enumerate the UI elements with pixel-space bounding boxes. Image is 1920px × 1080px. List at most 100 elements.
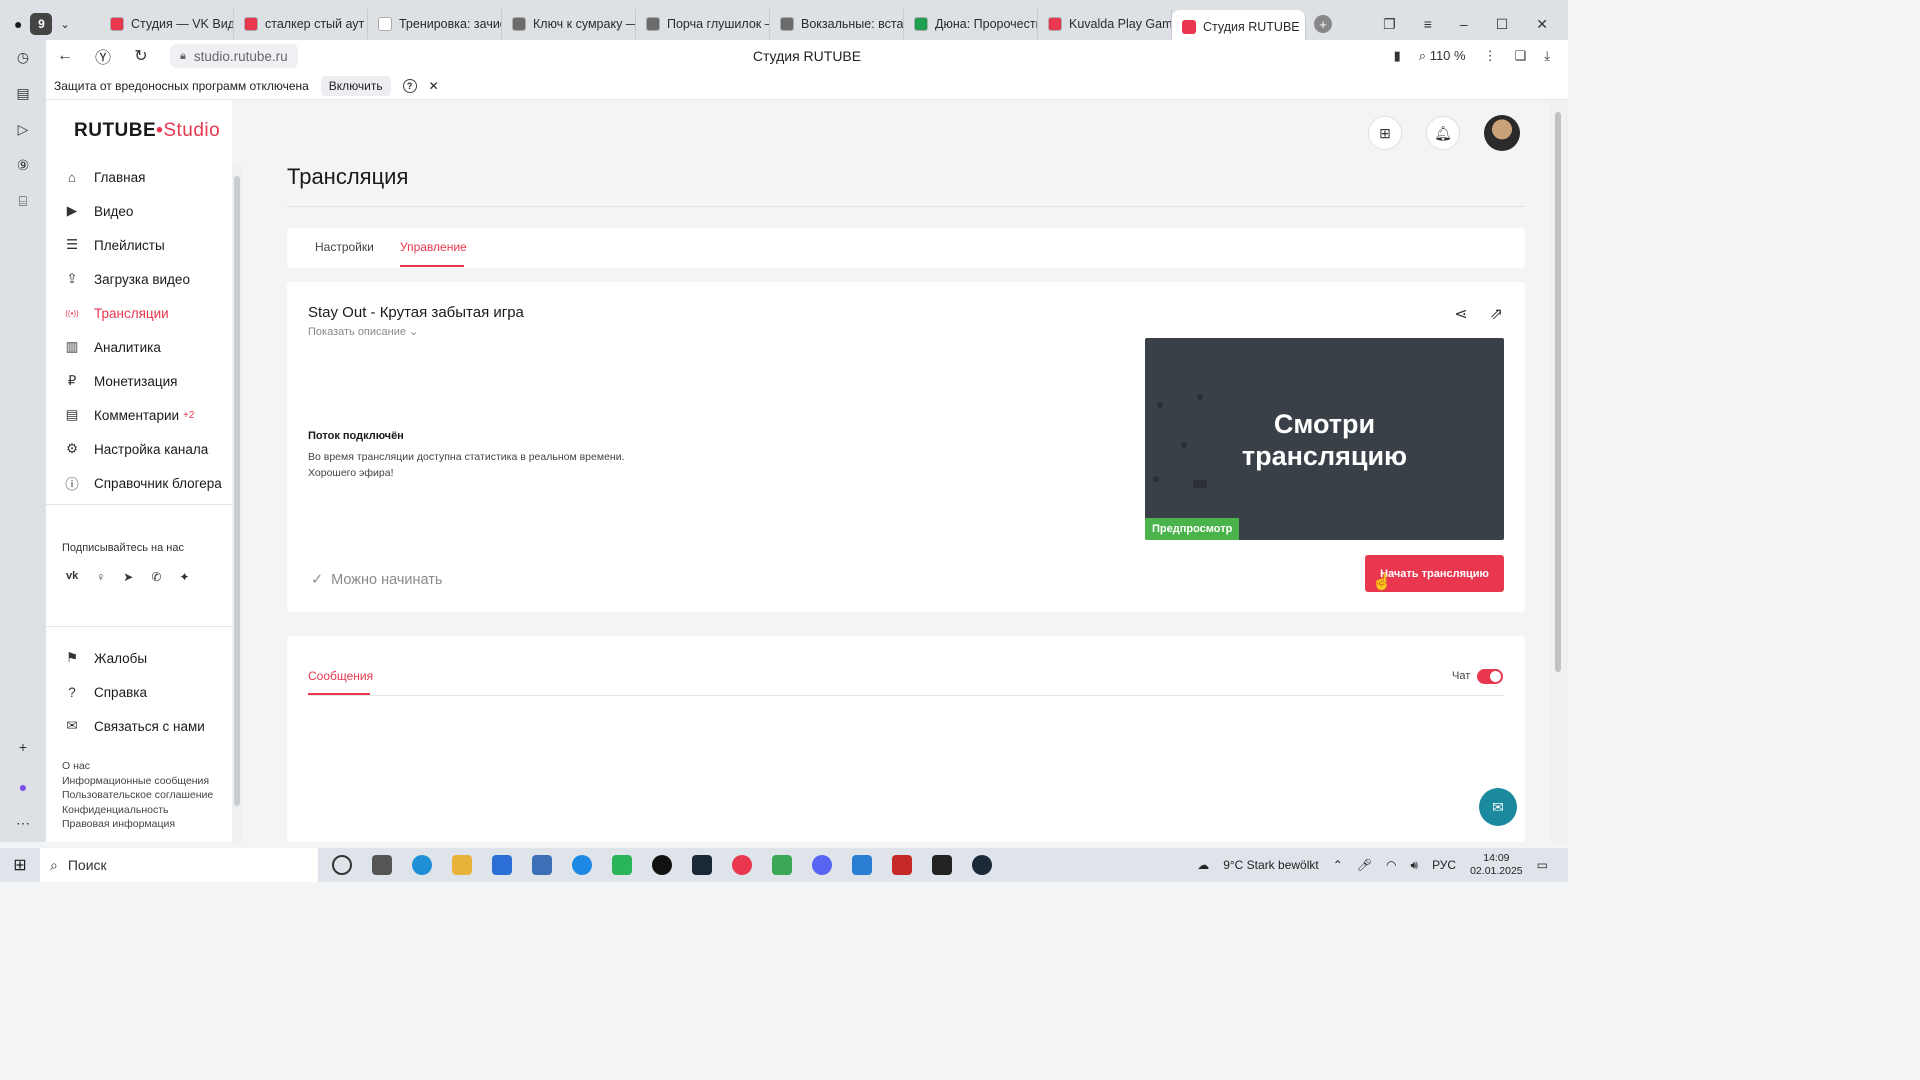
telegram-icon[interactable]: ➤ xyxy=(123,570,133,584)
bookmark-icon[interactable]: ▮ xyxy=(1394,48,1401,64)
minimize-icon[interactable]: – xyxy=(1460,16,1468,33)
language-indicator[interactable]: РУС xyxy=(1432,858,1456,872)
download-icon[interactable]: ⤓ xyxy=(1544,48,1550,64)
display-icon[interactable] xyxy=(852,855,872,875)
page-scrollbar[interactable] xyxy=(1550,100,1568,842)
browser-tab[interactable]: Вокзальные: встав xyxy=(770,9,904,39)
sidebar-item[interactable]: ⇪ Загрузка видео xyxy=(64,262,230,296)
collections-icon[interactable]: ▤ xyxy=(14,84,32,102)
screenshot-icon[interactable]: ⌸ xyxy=(14,192,32,210)
kebab-icon[interactable]: ⋮ xyxy=(1484,48,1497,64)
obs-icon[interactable] xyxy=(652,855,672,875)
discord-icon[interactable] xyxy=(812,855,832,875)
sidebar-item[interactable]: ⓘ Справочник блогера xyxy=(64,466,230,500)
chevron-down-icon[interactable]: ⌄ xyxy=(60,18,69,31)
game-icon[interactable] xyxy=(892,855,912,875)
bookmarks-icon[interactable]: ❐ xyxy=(1383,16,1396,33)
sidebar-item[interactable]: ☰ Плейлисты xyxy=(64,228,230,262)
profile-icon[interactable]: ● xyxy=(14,16,22,32)
history-icon[interactable]: ◷ xyxy=(14,48,32,66)
taskbar-search[interactable]: ⌕ Поиск xyxy=(40,848,318,882)
app-icon[interactable] xyxy=(612,855,632,875)
sidebar-item[interactable]: ▤ Комментарии +2 xyxy=(64,398,230,432)
mail-icon[interactable] xyxy=(532,855,552,875)
tab-count-badge[interactable]: 9 xyxy=(30,13,53,35)
yandex-icon[interactable] xyxy=(732,855,752,875)
weather-text[interactable]: 9°C Stark bewölkt xyxy=(1223,858,1319,872)
task-view-icon[interactable] xyxy=(372,855,392,875)
windows-start-icon[interactable]: ⊞ xyxy=(0,855,40,875)
new-tab-icon[interactable]: + xyxy=(1314,15,1332,33)
protect-icon[interactable]: Ⓨ xyxy=(94,44,112,68)
browser-tab[interactable]: Тренировка: зачис xyxy=(368,9,502,39)
show-description-toggle[interactable]: Показать описание ⌄ xyxy=(308,325,418,338)
back-icon[interactable]: ← xyxy=(56,47,74,65)
browser-tab[interactable]: сталкер стый аут к xyxy=(234,9,368,39)
dzen-icon[interactable]: ✦ xyxy=(179,570,189,584)
weather-icon[interactable]: ☁ xyxy=(1197,858,1209,872)
scroll-thumb[interactable] xyxy=(234,176,240,806)
sidebar-item[interactable]: ₽ Монетизация xyxy=(64,364,230,398)
chat-toggle[interactable] xyxy=(1477,669,1503,684)
vk-icon[interactable]: vk xyxy=(66,570,78,584)
stay-out-icon[interactable] xyxy=(932,855,952,875)
viber-icon[interactable]: ✆ xyxy=(151,570,161,584)
ie-icon[interactable] xyxy=(572,855,592,875)
browser-tab[interactable]: Порча глушилок — xyxy=(636,9,770,39)
cortana-icon[interactable] xyxy=(332,855,352,875)
ok-icon[interactable]: ♀ xyxy=(96,570,105,584)
volume-icon[interactable]: 🔊︎ xyxy=(1411,858,1419,873)
alice-icon[interactable]: ● xyxy=(14,778,32,796)
notification-center-icon[interactable]: ▭ xyxy=(1537,858,1548,872)
zoom-level[interactable]: ⌕ 110 % xyxy=(1419,48,1466,64)
sidebar-scrollbar[interactable] xyxy=(232,166,242,842)
sidebar-item[interactable]: ⌂ Главная xyxy=(64,160,230,194)
sidebar-item[interactable]: ▶ Видео xyxy=(64,194,230,228)
play-icon[interactable]: ▷ xyxy=(14,120,32,138)
close-icon[interactable]: ✕ xyxy=(429,79,439,93)
add-icon[interactable]: + xyxy=(14,738,32,756)
tab-manage[interactable]: Управление xyxy=(400,240,467,254)
reload-icon[interactable]: ↻ xyxy=(132,46,150,66)
footer-link[interactable]: Правовая информация xyxy=(62,817,213,832)
close-window-icon[interactable]: ✕ xyxy=(1536,16,1548,33)
sidebar-item[interactable]: ⚙ Настройка канала xyxy=(64,432,230,466)
wifi-icon[interactable]: ◠ xyxy=(1386,858,1396,872)
footer-link[interactable]: О нас xyxy=(62,759,213,774)
steam-icon[interactable] xyxy=(972,855,992,875)
external-link-icon[interactable]: ⇗ xyxy=(1490,304,1503,324)
tab-active[interactable]: Студия RUTUBE ✕ xyxy=(1172,10,1306,44)
enable-protection-button[interactable]: Включить xyxy=(320,75,391,96)
maximize-icon[interactable]: ☐ xyxy=(1496,16,1509,33)
rutube-studio-logo[interactable]: RUTUBE•Studio xyxy=(74,120,220,142)
clock[interactable]: 14:09 02.01.2025 xyxy=(1470,852,1523,878)
tab-settings[interactable]: Настройки xyxy=(315,240,374,254)
chevron-up-icon[interactable]: ⌃ xyxy=(1333,858,1343,872)
sheets-icon[interactable] xyxy=(772,855,792,875)
avatar[interactable] xyxy=(1484,115,1520,151)
footer-link[interactable]: Информационные сообщения xyxy=(62,774,213,789)
support-chat-icon[interactable]: ✉ xyxy=(1479,788,1517,826)
tab-nine-icon[interactable]: ⑨ xyxy=(14,156,32,174)
url-field[interactable]: 🔒︎ studio.rutube.ru xyxy=(170,44,298,68)
browser-tab[interactable]: Ключ к сумраку — xyxy=(502,9,636,39)
sidebar-item[interactable]: ▥ Аналитика xyxy=(64,330,230,364)
edge-icon[interactable] xyxy=(412,855,432,875)
tab-messages[interactable]: Сообщения xyxy=(308,669,373,683)
mic-icon[interactable]: 🎤︎ xyxy=(1357,858,1372,872)
explorer-icon[interactable] xyxy=(452,855,472,875)
notifications-icon[interactable]: 🔔︎ xyxy=(1426,116,1460,150)
stream-preview[interactable]: Смотри трансляцию Предпросмотр xyxy=(1145,338,1504,540)
sidebar-item[interactable]: ? Справка xyxy=(64,675,230,709)
help-icon[interactable]: ? xyxy=(402,78,417,93)
footer-link[interactable]: Пользовательское соглашение xyxy=(62,788,213,803)
extensions-icon[interactable]: ❏ xyxy=(1515,48,1527,64)
sidebar-item[interactable]: ((•)) Трансляции xyxy=(64,296,230,330)
add-video-icon[interactable]: ⊞ xyxy=(1368,116,1402,150)
browser-tab[interactable]: Студия — VK Виде xyxy=(100,9,234,39)
steam-icon[interactable] xyxy=(692,855,712,875)
sidebar-item[interactable]: ✉ Связаться с нами xyxy=(64,709,230,743)
browser-tab[interactable]: Дюна: Пророчеств xyxy=(904,9,1038,39)
browser-tab[interactable]: Kuvalda Play Game xyxy=(1038,9,1172,39)
menu-icon[interactable]: ≡ xyxy=(1424,16,1432,33)
